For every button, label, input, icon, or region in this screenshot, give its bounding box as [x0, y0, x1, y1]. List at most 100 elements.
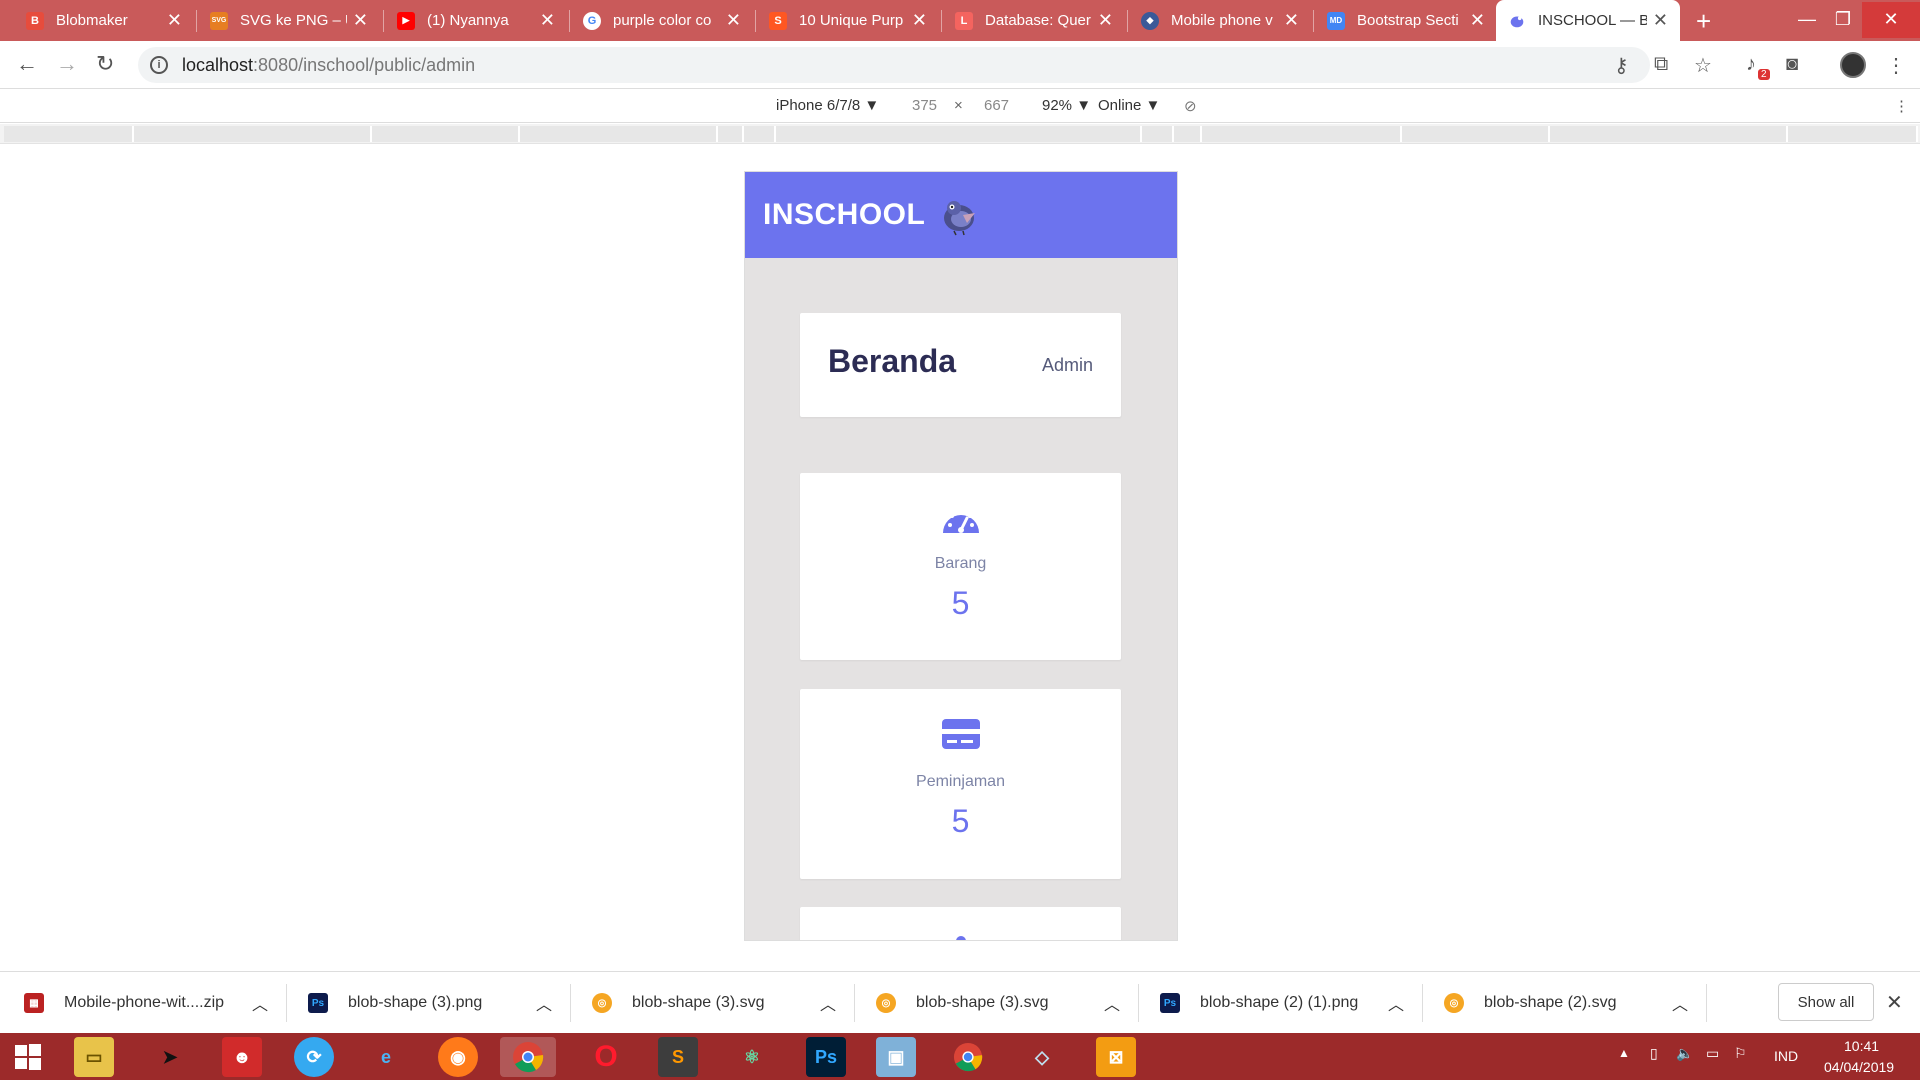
photoshop-taskbar-icon[interactable]: Ps	[806, 1037, 846, 1077]
device-select[interactable]: iPhone 6/7/8 ▼	[776, 97, 879, 114]
viewport-width-input[interactable]: 375	[912, 97, 937, 114]
browser-toolbar: ← → ↻ i localhost:8080/inschool/public/a…	[0, 41, 1920, 89]
battery-icon[interactable]: ▯	[1650, 1045, 1658, 1062]
device-toolbar: iPhone 6/7/8 ▼ 375 × 667 92% ▼ Online ▼ …	[0, 89, 1920, 123]
app-brand[interactable]: INSCHOOL	[763, 198, 925, 232]
download-item[interactable]: Ps blob-shape (3).png	[308, 972, 482, 1034]
viewport-height-input[interactable]: 667	[984, 97, 1009, 114]
cursor-app-icon[interactable]: ➤	[150, 1037, 190, 1077]
network-throttle-select[interactable]: Online ▼	[1098, 97, 1160, 114]
youtube-favicon-icon: ▶	[397, 11, 415, 30]
tab-youtube[interactable]: ▶ (1) Nyannya ✕	[385, 0, 567, 41]
close-tab-icon[interactable]: ✕	[167, 10, 182, 31]
tab-inschool-active[interactable]: INSCHOOL — B ✕	[1496, 0, 1680, 41]
tab-blobmaker[interactable]: B Blobmaker ✕	[14, 0, 194, 41]
stat-label: Barang	[934, 555, 987, 572]
windows-start-icon[interactable]	[8, 1037, 48, 1077]
volume-icon[interactable]: 🔈	[1676, 1045, 1693, 1062]
close-tab-icon[interactable]: ✕	[1470, 10, 1485, 31]
menu-kebab-icon[interactable]: ⋮	[1886, 53, 1906, 78]
site-info-icon[interactable]: i	[150, 56, 168, 74]
chevron-up-icon[interactable]: ︿	[252, 972, 268, 1034]
close-tab-icon[interactable]: ✕	[1098, 10, 1113, 31]
window-close-icon[interactable]: ✕	[1862, 2, 1920, 38]
profile-avatar[interactable]	[1840, 52, 1866, 78]
chevron-up-icon[interactable]: ︿	[1104, 972, 1120, 1034]
stat-card-partial[interactable]	[800, 907, 1121, 940]
devtools-more-icon[interactable]: ⋮	[1894, 97, 1909, 115]
zoom-select[interactable]: 92% ▼	[1042, 97, 1091, 114]
tablet-app-icon[interactable]: ◇	[1022, 1037, 1062, 1077]
clock-date[interactable]: 04/04/2019	[1824, 1059, 1894, 1075]
photo-viewer-icon[interactable]: ▣	[876, 1037, 916, 1077]
windows-taskbar: ▭ ➤ ☻ ⟳ e ◉ O S ⚛ Ps ▣ ◇ ⊠ ▲ ▯ 🔈 ▭ ⚐ IND…	[0, 1033, 1920, 1080]
maximize-icon[interactable]: ❐	[1820, 2, 1866, 38]
download-item[interactable]: ◎ blob-shape (3).svg	[876, 972, 1049, 1034]
chevron-up-icon[interactable]: ︿	[536, 972, 552, 1034]
stat-value: 5	[951, 803, 970, 839]
download-item[interactable]: ▦ Mobile-phone-wit....zip	[24, 972, 224, 1034]
tab-bootstrap-section[interactable]: MD Bootstrap Secti ✕	[1315, 0, 1497, 41]
firefox-icon[interactable]: ◉	[438, 1037, 478, 1077]
forward-arrow-icon[interactable]: →	[56, 51, 78, 77]
show-all-downloads-button[interactable]: Show all	[1778, 983, 1874, 1021]
tab-svg-to-png[interactable]: SVG SVG ke PNG – U ✕	[198, 0, 380, 41]
camera-icon[interactable]: ◙	[1786, 53, 1798, 76]
svg-favicon-icon: SVG	[210, 11, 228, 30]
reload-icon[interactable]: ↻	[96, 51, 114, 77]
stat-card-barang[interactable]: Barang 5	[800, 473, 1121, 660]
key-icon[interactable]: ⚷	[1614, 53, 1629, 78]
translate-icon[interactable]: ⧉	[1654, 53, 1668, 76]
rotate-icon[interactable]: ⊘	[1184, 97, 1197, 115]
xampp-icon[interactable]: ⊠	[1096, 1037, 1136, 1077]
tab-mobile-phone[interactable]: ◆ Mobile phone v ✕	[1129, 0, 1311, 41]
tab-title: INSCHOOL — B	[1538, 12, 1647, 29]
chrome-taskbar-icon-2[interactable]	[948, 1037, 988, 1077]
red-app-icon[interactable]: ☻	[222, 1037, 262, 1077]
action-center-icon[interactable]: ⚐	[1734, 1045, 1747, 1062]
address-bar[interactable]: i localhost:8080/inschool/public/admin	[138, 47, 1650, 83]
tab-google-purple[interactable]: G purple color co ✕	[571, 0, 753, 41]
chevron-up-icon[interactable]: ︿	[1388, 972, 1404, 1034]
chevron-up-icon[interactable]: ︿	[1672, 972, 1688, 1034]
clock-time[interactable]: 10:41	[1844, 1038, 1879, 1054]
extension-icon[interactable]: ♪	[1746, 53, 1756, 76]
close-tab-icon[interactable]: ✕	[1284, 10, 1299, 31]
app-header: INSCHOOL	[745, 172, 1177, 258]
download-item[interactable]: ◎ blob-shape (2).svg	[1444, 972, 1617, 1034]
close-tab-icon[interactable]: ✕	[1653, 10, 1668, 31]
download-item[interactable]: Ps blob-shape (2) (1).png	[1160, 972, 1358, 1034]
user-role-label: Admin	[1041, 355, 1093, 375]
close-tab-icon[interactable]: ✕	[912, 10, 927, 31]
sublime-text-icon[interactable]: S	[658, 1037, 698, 1077]
chevron-up-icon[interactable]: ︿	[820, 972, 836, 1034]
tray-chevron-up-icon[interactable]: ▲	[1618, 1046, 1630, 1060]
download-filename: blob-shape (3).png	[348, 994, 483, 1011]
shareit-icon[interactable]: ⟳	[294, 1037, 334, 1077]
download-filename: blob-shape (2).svg	[1484, 994, 1617, 1011]
close-tab-icon[interactable]: ✕	[353, 10, 368, 31]
file-explorer-icon[interactable]: ▭	[74, 1037, 114, 1077]
close-tab-icon[interactable]: ✕	[540, 10, 555, 31]
opera-icon[interactable]: O	[586, 1037, 626, 1077]
close-download-shelf-icon[interactable]: ✕	[1886, 990, 1903, 1015]
atom-icon[interactable]: ⚛	[732, 1037, 772, 1077]
tab-title: Blobmaker	[56, 12, 128, 29]
back-arrow-icon[interactable]: ←	[16, 51, 38, 77]
stat-card-peminjaman[interactable]: Peminjaman 5	[800, 689, 1121, 879]
bookmark-star-icon[interactable]: ☆	[1694, 53, 1712, 78]
tab-unique-purple[interactable]: S 10 Unique Purp ✕	[757, 0, 939, 41]
mdb-favicon-icon: MD	[1327, 11, 1345, 30]
download-item[interactable]: ◎ blob-shape (3).svg	[592, 972, 765, 1034]
url-host: localhost	[182, 54, 254, 75]
url-path: :8080/inschool/public/admin	[253, 54, 476, 75]
input-language[interactable]: IND	[1774, 1048, 1798, 1064]
tab-database-query[interactable]: L Database: Quer ✕	[943, 0, 1125, 41]
laravel-favicon-icon: L	[955, 11, 973, 30]
new-tab-button[interactable]: +	[1696, 6, 1711, 37]
close-tab-icon[interactable]: ✕	[726, 10, 741, 31]
network-icon[interactable]: ▭	[1706, 1045, 1719, 1062]
chrome-taskbar-icon[interactable]	[500, 1037, 556, 1077]
internet-explorer-icon[interactable]: e	[366, 1037, 406, 1077]
blobmaker-favicon-icon: B	[26, 11, 44, 30]
